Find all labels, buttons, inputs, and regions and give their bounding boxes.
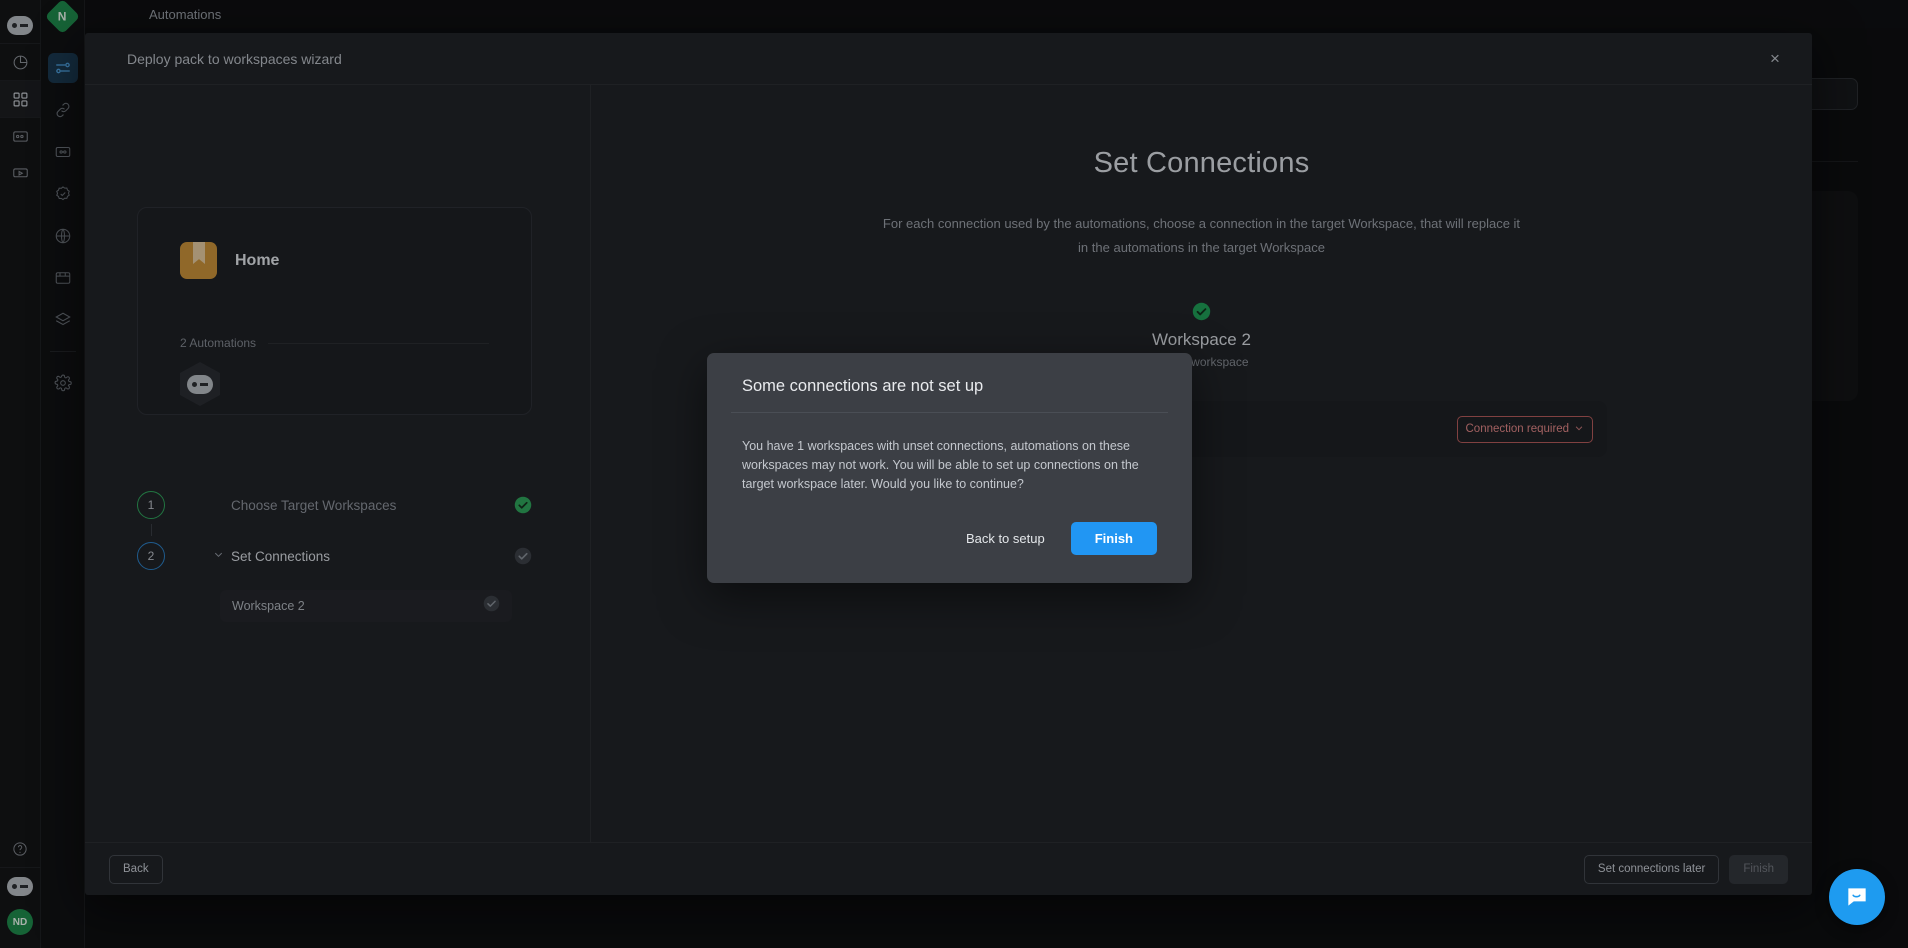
back-to-setup-button[interactable]: Back to setup (952, 523, 1059, 554)
chat-bubble-icon (1848, 888, 1866, 906)
alert-message: You have 1 workspaces with unset connect… (742, 439, 1139, 491)
unset-connections-alert: Some connections are not set up You have… (707, 353, 1192, 583)
alert-title: Some connections are not set up (742, 377, 984, 395)
alert-finish-button[interactable]: Finish (1070, 522, 1157, 555)
alert-actions: Back to setup Finish (707, 494, 1192, 583)
app-root: Automations ND N Deploy pack to workspac… (0, 0, 1908, 948)
chat-launcher[interactable] (1829, 869, 1885, 925)
